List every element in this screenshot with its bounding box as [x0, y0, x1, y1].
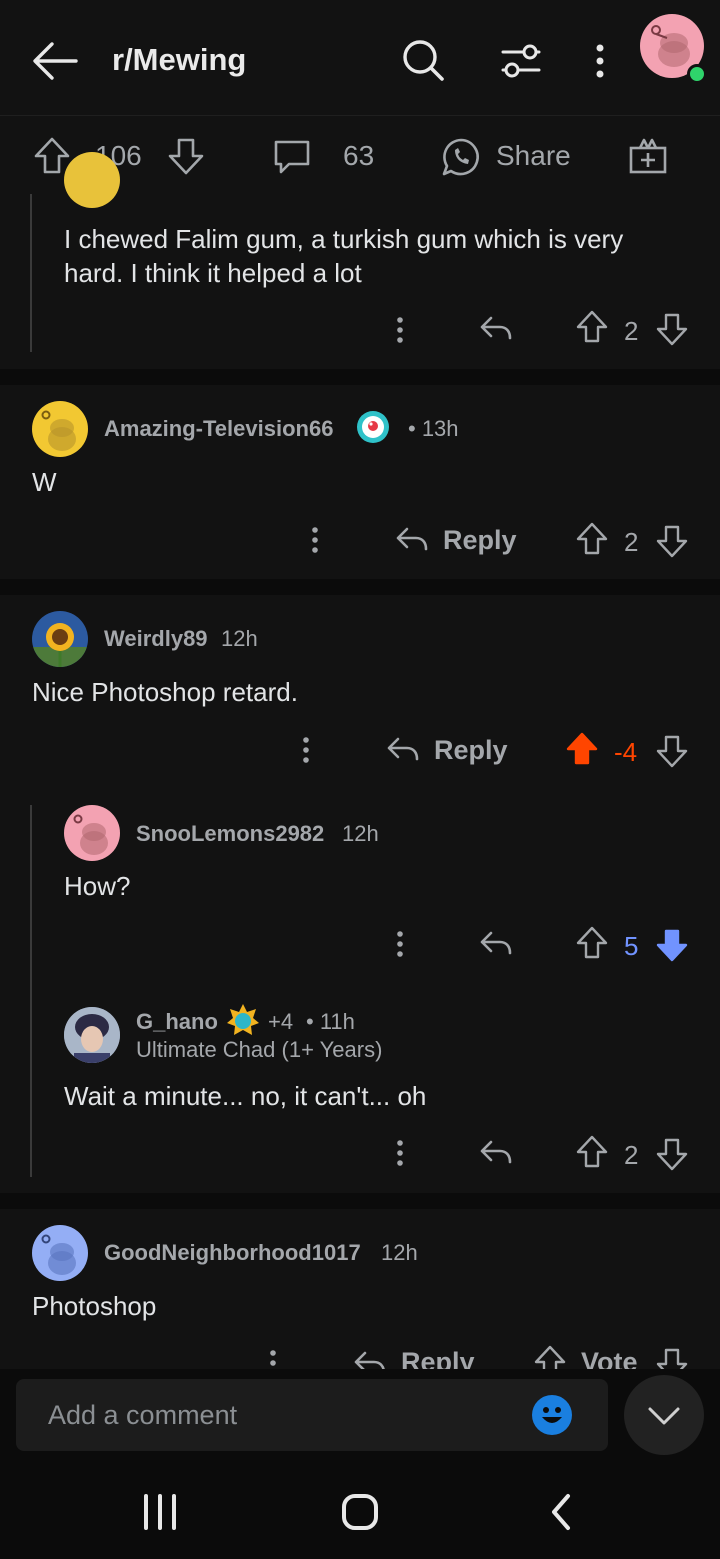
comment-upvote-icon[interactable] — [576, 310, 608, 344]
comment-more-icon[interactable] — [303, 524, 327, 556]
back-nav-icon[interactable] — [546, 1492, 578, 1532]
share-button[interactable]: Share — [496, 140, 571, 172]
comment-downvote-icon-active[interactable] — [656, 928, 688, 962]
comment-body: I chewed Falim gum, a turkish gum which … — [64, 224, 624, 288]
home-icon[interactable] — [340, 1492, 380, 1532]
user-flair: Ultimate Chad (1+ Years) — [136, 1037, 383, 1062]
comment-vote-label: Vote — [581, 1347, 638, 1369]
recent-apps-icon[interactable] — [140, 1494, 180, 1530]
reply-button[interactable]: Reply — [443, 525, 517, 556]
reply-icon[interactable] — [352, 1347, 388, 1369]
comment-upvote-icon[interactable] — [576, 926, 608, 960]
award-count: +4 — [268, 1009, 294, 1034]
top-app-bar: r/Mewing — [0, 0, 720, 116]
comment-username[interactable]: GoodNeighborhood1017 — [104, 1240, 361, 1266]
subreddit-title[interactable]: r/Mewing — [112, 42, 246, 78]
comment-downvote-icon[interactable] — [656, 734, 688, 768]
comment-downvote-icon[interactable] — [656, 312, 688, 346]
comment-time: 12h — [381, 1240, 418, 1265]
comment-count: 63 — [343, 140, 375, 171]
comment-time: • 13h — [408, 416, 459, 441]
comment-thread-block: I chewed Falim gum, a turkish gum which … — [0, 152, 720, 369]
thread-line — [30, 194, 32, 352]
thread-line — [30, 805, 32, 1177]
emoji-icon[interactable] — [532, 1395, 572, 1435]
gift-award-icon[interactable] — [628, 136, 668, 176]
online-status-dot — [687, 64, 707, 84]
whatsapp-icon[interactable] — [440, 136, 482, 178]
comment-avatar[interactable] — [32, 401, 88, 457]
comment-downvote-icon[interactable] — [656, 1347, 688, 1369]
comment-input-placeholder[interactable]: Add a comment — [48, 1400, 237, 1431]
award-icon — [226, 1003, 260, 1037]
sort-filter-icon[interactable] — [495, 38, 545, 84]
comment-composer[interactable]: Add a comment — [16, 1379, 608, 1451]
comment-avatar[interactable] — [64, 805, 120, 861]
comment-downvote-icon[interactable] — [656, 524, 688, 558]
comment-more-icon[interactable] — [388, 928, 412, 960]
comment-downvote-icon[interactable] — [656, 1137, 688, 1171]
comment-icon[interactable] — [272, 138, 312, 176]
comment-body: Wait a minute... no, it can't... oh — [64, 1081, 427, 1111]
comment-username[interactable]: SnooLemons2982 — [136, 821, 324, 847]
comment-username[interactable]: Weirdly89 — [104, 626, 208, 652]
comment-avatar[interactable] — [64, 152, 120, 208]
comment-username[interactable]: G_hano — [136, 1009, 218, 1035]
reply-icon[interactable] — [478, 1136, 514, 1168]
comment-username[interactable]: Amazing-Television66 — [104, 416, 333, 442]
comment-time: 12h — [221, 626, 258, 651]
reply-button[interactable]: Reply — [434, 735, 508, 766]
comment-avatar[interactable] — [32, 611, 88, 667]
collapse-chevron-button[interactable] — [624, 1375, 704, 1455]
reply-button[interactable]: Reply — [401, 1347, 475, 1369]
comment-upvote-icon[interactable] — [576, 522, 608, 556]
comment-thread-block: Weirdly89 12h Nice Photoshop retard. Rep… — [0, 595, 720, 1193]
comment-upvote-icon[interactable] — [534, 1345, 566, 1369]
comment-score: 2 — [624, 1140, 639, 1170]
comment-time: • 11h — [306, 1009, 355, 1034]
reply-icon[interactable] — [478, 312, 514, 344]
comment-more-icon[interactable] — [294, 734, 318, 766]
comment-score: 2 — [624, 316, 639, 346]
comment-thread-block: Amazing-Television66 • 13h W Reply 2 — [0, 385, 720, 579]
comment-body: W — [32, 467, 57, 497]
reply-icon[interactable] — [394, 523, 430, 555]
award-icon — [357, 411, 389, 443]
back-arrow-icon[interactable] — [30, 38, 80, 84]
more-options-icon[interactable] — [585, 40, 615, 84]
comment-score: 2 — [624, 527, 639, 557]
comment-more-icon[interactable] — [388, 314, 412, 346]
comment-score: 5 — [624, 931, 639, 961]
comment-avatar[interactable] — [32, 1225, 88, 1281]
comment-upvote-icon[interactable] — [576, 1135, 608, 1169]
comment-thread-block: GoodNeighborhood1017 12h Photoshop Reply… — [0, 1209, 720, 1369]
comment-body: How? — [64, 871, 131, 901]
comment-more-icon[interactable] — [388, 1137, 412, 1169]
comment-body: Photoshop — [32, 1291, 157, 1321]
comment-score: -4 — [614, 737, 638, 767]
comment-upvote-icon-active[interactable] — [566, 732, 598, 766]
comment-time: 12h — [342, 821, 379, 846]
comment-more-icon[interactable] — [261, 1347, 285, 1369]
comment-avatar[interactable] — [64, 1007, 120, 1063]
reply-icon[interactable] — [385, 733, 421, 765]
search-icon[interactable] — [398, 36, 448, 86]
system-navigation-bar — [0, 1462, 720, 1559]
reply-icon[interactable] — [478, 927, 514, 959]
downvote-icon[interactable] — [166, 136, 206, 176]
chevron-down-icon — [648, 1407, 680, 1425]
comment-body: Nice Photoshop retard. — [32, 677, 298, 707]
